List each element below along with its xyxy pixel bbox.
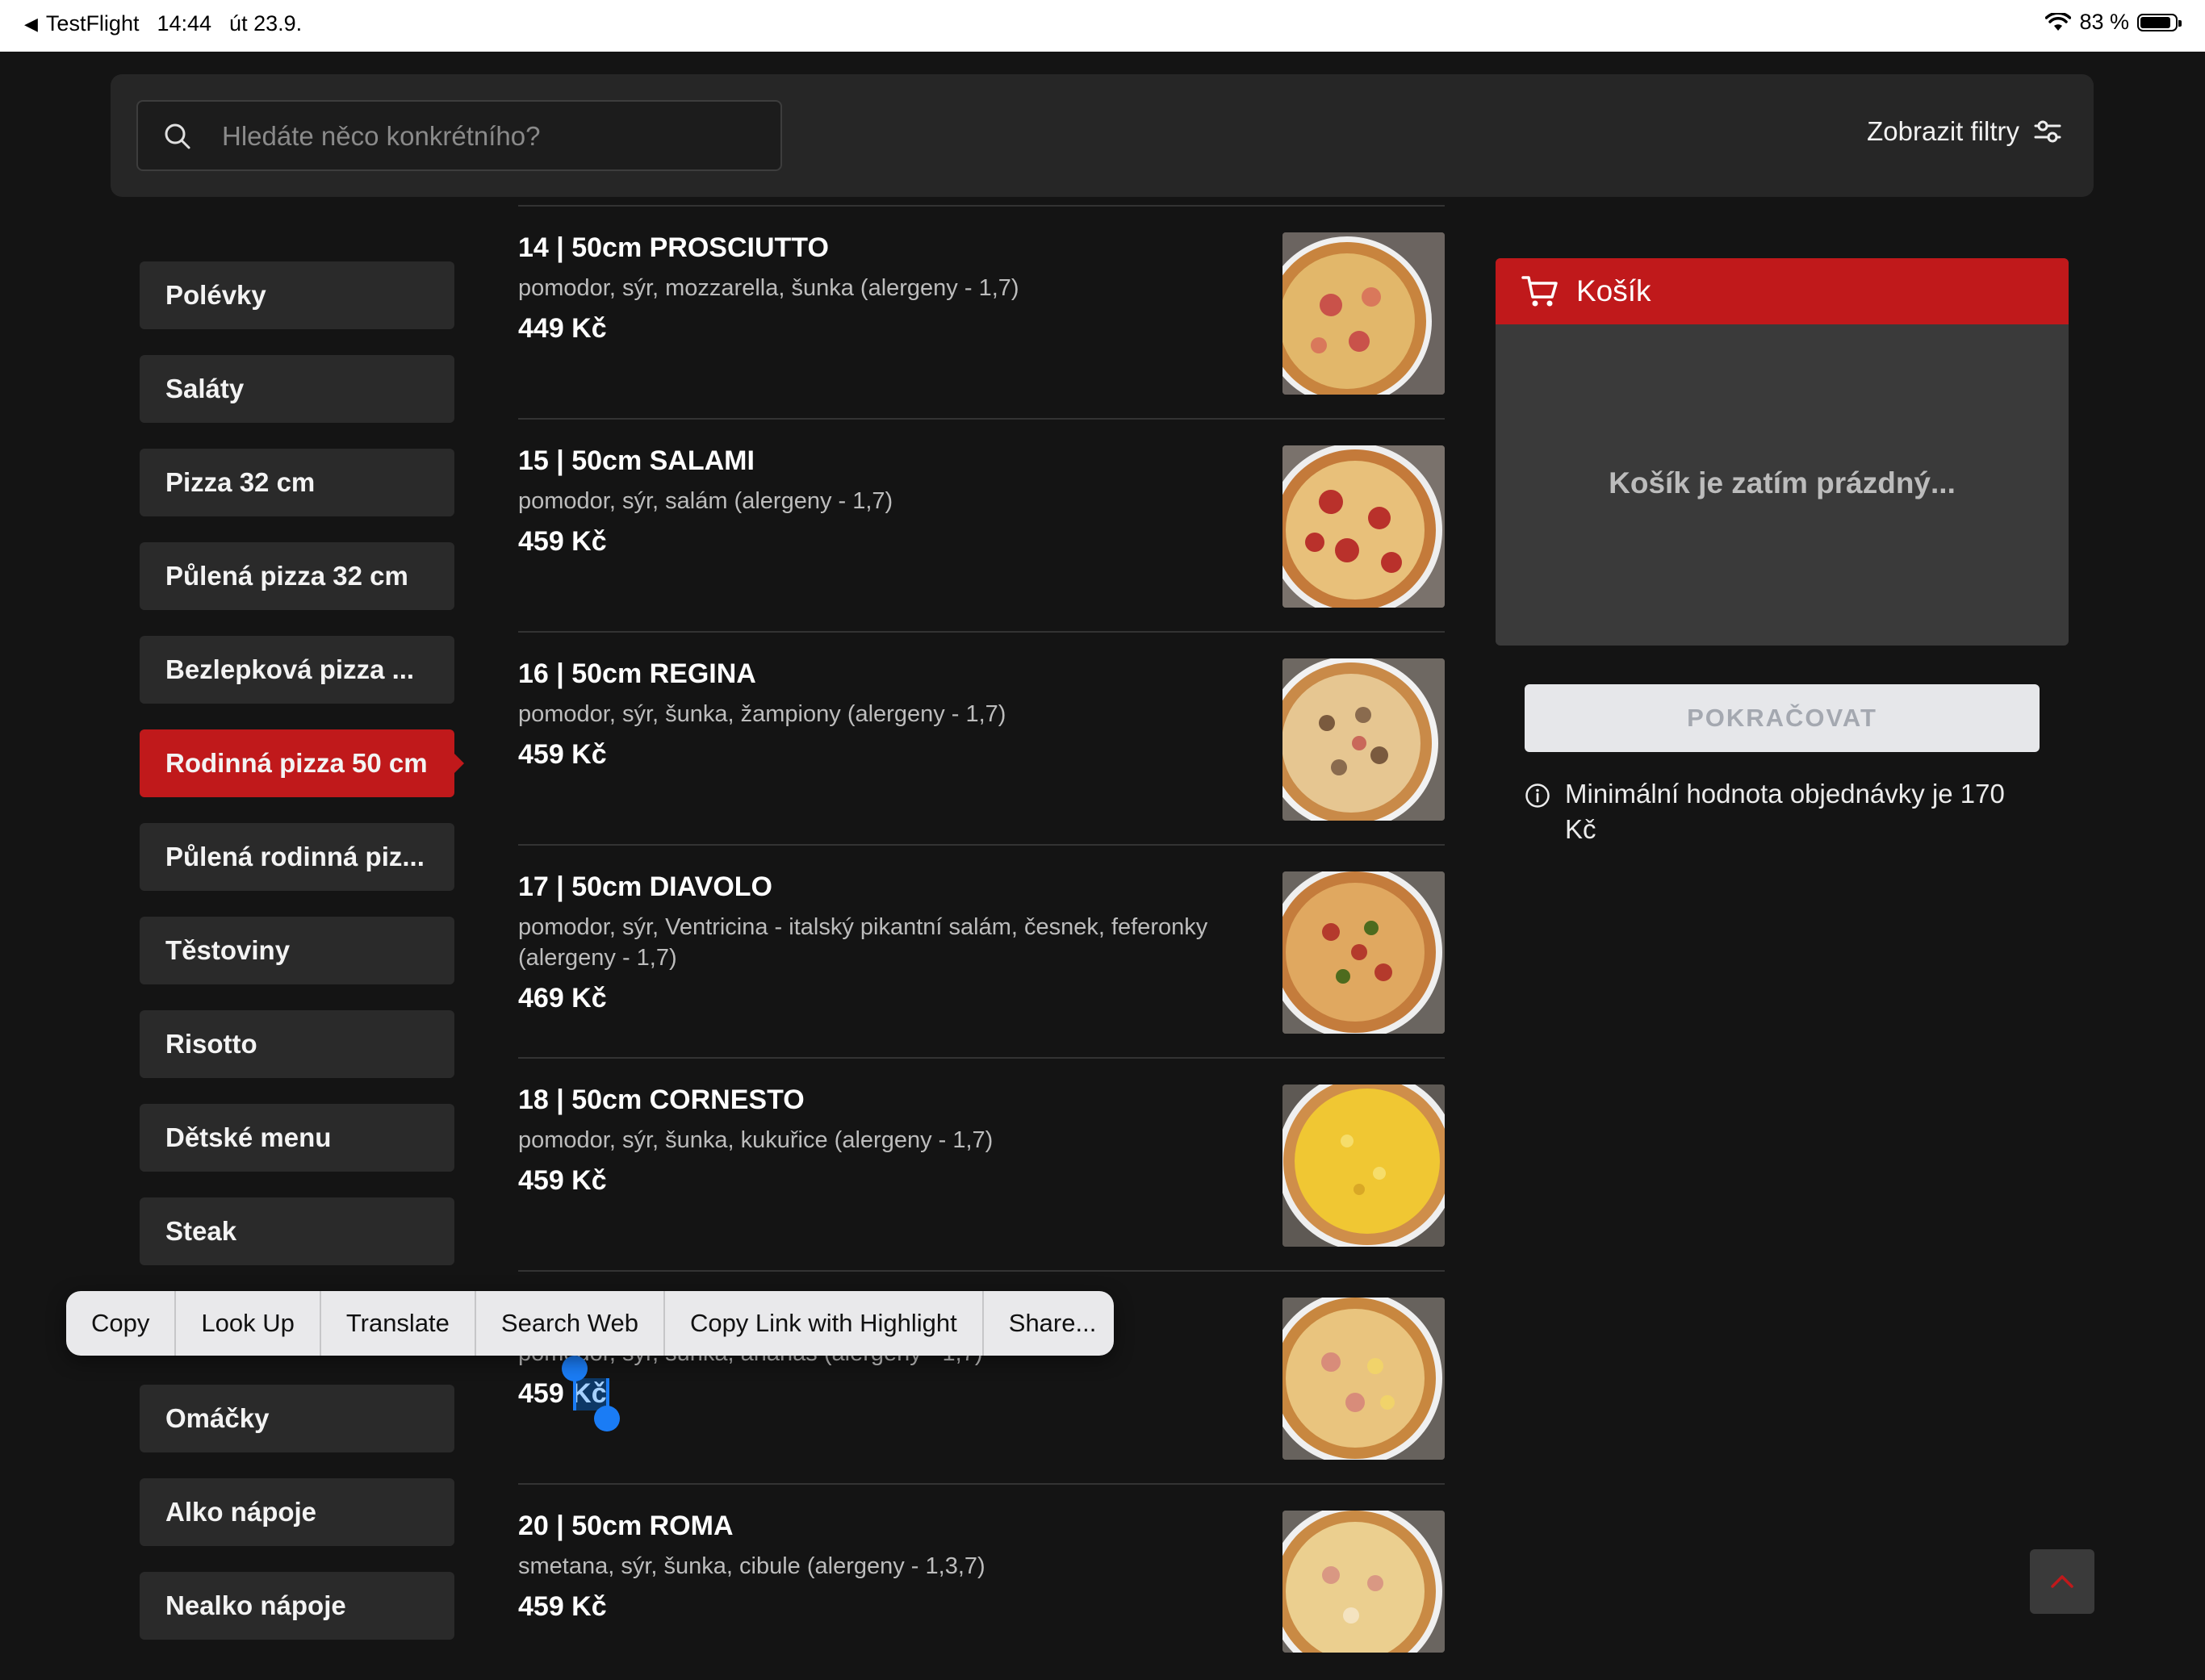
product-description: pomodor, sýr, šunka, kukuřice (alergeny … bbox=[518, 1127, 994, 1153]
battery-percent: 83 % bbox=[2079, 10, 2129, 34]
category-item-detske-menu[interactable]: Dětské menu bbox=[140, 1104, 454, 1172]
cart-icon bbox=[1521, 276, 1558, 307]
category-item-salaty[interactable]: Saláty bbox=[140, 355, 454, 423]
product-item[interactable]: 14 | 50cm PROSCIUTTO pomodor, sýr, mozza… bbox=[518, 232, 1445, 402]
product-description: pomodor, sýr, Ventricina - italský pikan… bbox=[518, 914, 1208, 971]
product-image[interactable] bbox=[1282, 871, 1445, 1034]
filter-sliders-icon bbox=[2034, 120, 2061, 143]
menu-item-look-up[interactable]: Look Up bbox=[176, 1291, 321, 1356]
minimum-order-note: Minimální hodnota objednávky je 170 Kč bbox=[1525, 776, 2041, 847]
chevron-up-icon bbox=[2051, 1575, 2073, 1588]
product-title: 16 | 50cm REGINA bbox=[518, 658, 756, 689]
category-item-nealko-napoje[interactable]: Nealko nápoje bbox=[140, 1572, 454, 1640]
product-image[interactable] bbox=[1282, 445, 1445, 608]
status-bar: ◀ TestFlight 14:44 út 23.9. 83 % bbox=[0, 0, 2205, 52]
selection-end-handle[interactable] bbox=[594, 1406, 620, 1431]
category-item-pizza-32[interactable]: Pizza 32 cm bbox=[140, 449, 454, 516]
divider bbox=[518, 1270, 1445, 1272]
battery-icon bbox=[2137, 13, 2182, 31]
product-image[interactable] bbox=[1282, 1298, 1445, 1460]
product-price: 459 Kč bbox=[518, 739, 607, 770]
back-app-label[interactable]: TestFlight bbox=[46, 11, 140, 36]
product-title: 20 | 50cm ROMA bbox=[518, 1511, 734, 1541]
divider bbox=[518, 1483, 1445, 1485]
cart-panel: Košík Košík je zatím prázdný... bbox=[1496, 258, 2069, 646]
search-box[interactable] bbox=[136, 100, 782, 171]
product-item[interactable]: 15 | 50cm SALAMI pomodor, sýr, salám (al… bbox=[518, 445, 1445, 615]
divider bbox=[518, 631, 1445, 633]
product-price: 459 Kč bbox=[518, 526, 607, 557]
category-item-steak[interactable]: Steak bbox=[140, 1197, 454, 1265]
cart-empty-message: Košík je zatím prázdný... bbox=[1609, 466, 1956, 499]
menu-item-copy[interactable]: Copy bbox=[66, 1291, 177, 1356]
product-price: 469 Kč bbox=[518, 983, 607, 1013]
menu-item-search-web[interactable]: Search Web bbox=[476, 1291, 665, 1356]
product-item[interactable]: 18 | 50cm CORNESTO pomodor, sýr, šunka, … bbox=[518, 1084, 1445, 1254]
cart-title: Košík bbox=[1576, 274, 1651, 307]
product-price: 459 Kč bbox=[518, 1591, 607, 1622]
back-arrow-icon[interactable]: ◀ bbox=[24, 14, 38, 35]
text-context-menu: Copy Look Up Translate Search Web Copy L… bbox=[66, 1291, 1114, 1356]
product-item[interactable]: 17 | 50cm DIAVOLO pomodor, sýr, Ventrici… bbox=[518, 871, 1445, 1041]
product-image[interactable] bbox=[1282, 232, 1445, 395]
product-description: pomodor, sýr, mozzarella, šunka (alergen… bbox=[518, 275, 1019, 301]
divider bbox=[518, 1057, 1445, 1059]
selection-start-handle[interactable] bbox=[562, 1356, 588, 1381]
category-item-polevky[interactable]: Polévky bbox=[140, 261, 454, 329]
category-item-omacky[interactable]: Omáčky bbox=[140, 1385, 454, 1452]
category-item-risotto[interactable]: Risotto bbox=[140, 1010, 454, 1078]
search-input[interactable] bbox=[220, 102, 772, 171]
product-image[interactable] bbox=[1282, 1084, 1445, 1247]
product-item[interactable]: 16 | 50cm REGINA pomodor, sýr, šunka, ža… bbox=[518, 658, 1445, 828]
product-image[interactable] bbox=[1282, 1511, 1445, 1653]
product-title: 17 | 50cm DIAVOLO bbox=[518, 871, 772, 902]
category-item-pulena-rodinna-pizza[interactable]: Půlená rodinná piz... bbox=[140, 823, 454, 891]
menu-item-copy-link-highlight[interactable]: Copy Link with Highlight bbox=[665, 1291, 984, 1356]
search-icon bbox=[165, 123, 190, 149]
category-item-testoviny[interactable]: Těstoviny bbox=[140, 917, 454, 984]
show-filters-button[interactable]: Zobrazit filtry bbox=[1867, 116, 2061, 147]
product-price: 459 Kč bbox=[518, 1165, 607, 1196]
divider bbox=[518, 205, 1445, 207]
divider bbox=[518, 844, 1445, 846]
category-item-alko-napoje[interactable]: Alko nápoje bbox=[140, 1478, 454, 1546]
wifi-icon bbox=[2045, 12, 2072, 31]
info-icon bbox=[1525, 784, 1550, 808]
product-item[interactable]: 20 | 50cm ROMA smetana, sýr, šunka, cibu… bbox=[518, 1511, 1445, 1680]
product-title: 14 | 50cm PROSCIUTTO bbox=[518, 232, 829, 263]
menu-item-translate[interactable]: Translate bbox=[321, 1291, 476, 1356]
cart-header: Košík bbox=[1496, 258, 2069, 324]
product-description: pomodor, sýr, šunka, žampiony (alergeny … bbox=[518, 701, 1006, 727]
category-item-rodinna-pizza-50[interactable]: Rodinná pizza 50 cm bbox=[140, 729, 464, 797]
product-title: 18 | 50cm CORNESTO bbox=[518, 1084, 805, 1115]
status-time: 14:44 bbox=[157, 11, 212, 36]
show-filters-label: Zobrazit filtry bbox=[1867, 116, 2019, 146]
status-date: út 23.9. bbox=[229, 11, 303, 36]
category-item-pulena-pizza-32[interactable]: Půlená pizza 32 cm bbox=[140, 542, 454, 610]
product-description: smetana, sýr, šunka, cibule (alergeny - … bbox=[518, 1553, 985, 1579]
product-description: pomodor, sýr, salám (alergeny - 1,7) bbox=[518, 488, 893, 514]
divider bbox=[518, 418, 1445, 420]
minimum-order-text: Minimální hodnota objednávky je 170 Kč bbox=[1565, 779, 2005, 844]
header-bar: Zobrazit filtry bbox=[111, 74, 2094, 197]
product-title: 15 | 50cm SALAMI bbox=[518, 445, 755, 476]
product-price: 449 Kč bbox=[518, 313, 607, 344]
continue-button[interactable]: POKRAČOVAT bbox=[1525, 684, 2040, 752]
menu-item-share[interactable]: Share... bbox=[984, 1291, 1114, 1356]
scroll-to-top-button[interactable] bbox=[2030, 1549, 2094, 1614]
category-item-bezlepkova-pizza[interactable]: Bezlepková pizza ... bbox=[140, 636, 454, 704]
product-image[interactable] bbox=[1282, 658, 1445, 821]
